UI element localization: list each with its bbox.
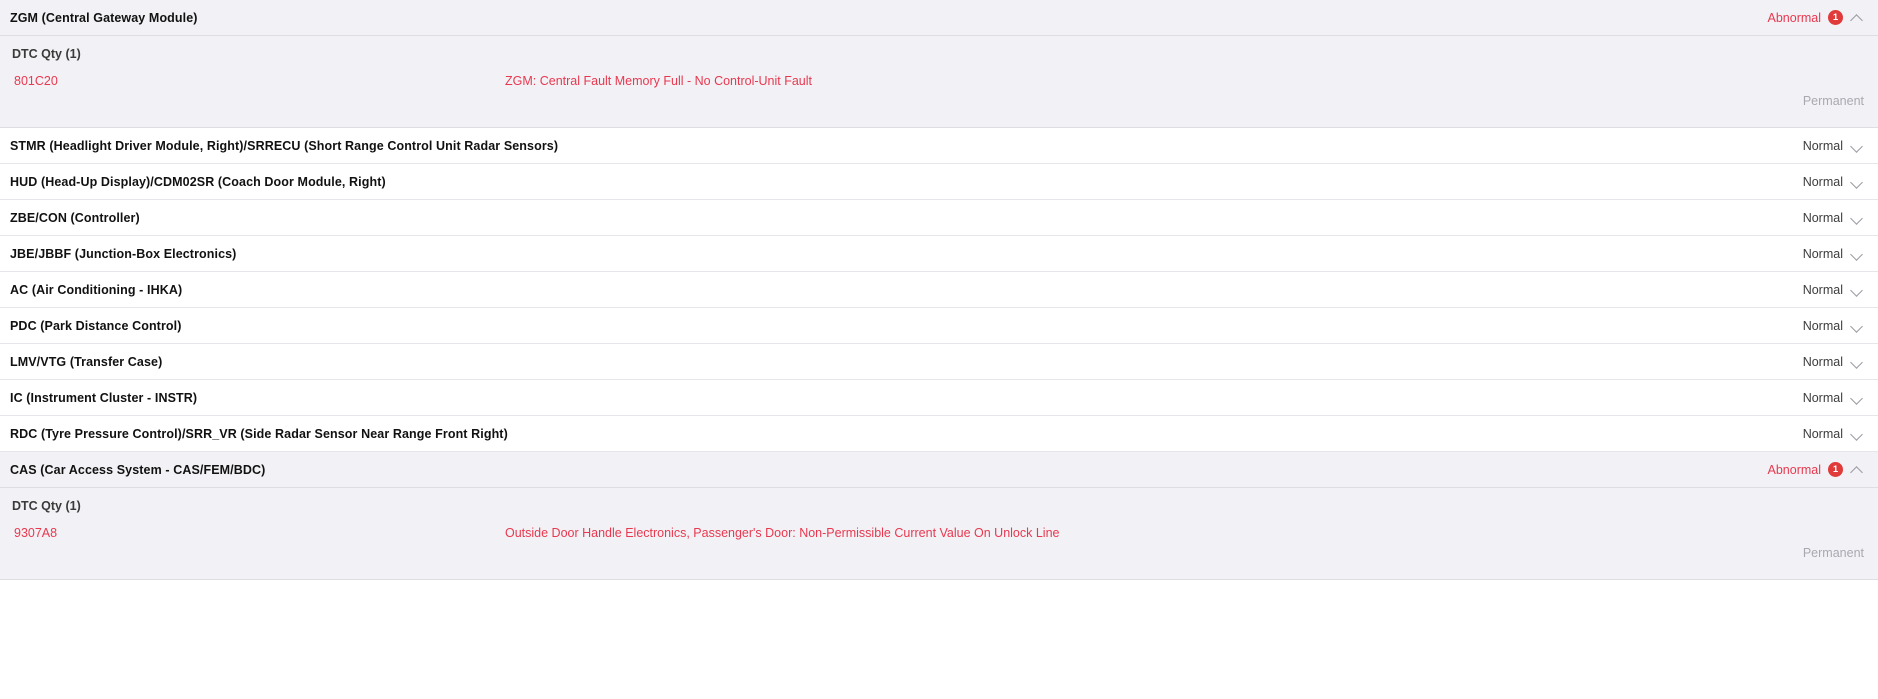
- module-row-ic[interactable]: IC (Instrument Cluster - INSTR) Normal: [0, 380, 1878, 416]
- dtc-qty-label-cas: DTC Qty (1): [12, 499, 81, 513]
- dtc-item: 801C20 ZGM: Central Fault Memory Full - N…: [0, 70, 1878, 127]
- module-name-rdc: RDC (Tyre Pressure Control)/SRR_VR (Side…: [10, 426, 508, 441]
- dtc-state: Permanent: [1802, 94, 1864, 108]
- dtc-item: 9307A8 Outside Door Handle Electronics, P…: [0, 522, 1878, 579]
- chevron-up-icon[interactable]: [1851, 11, 1864, 24]
- module-name-jbe-jbbf: JBE/JBBF (Junction-Box Electronics): [10, 246, 237, 261]
- module-name-lmv-vtg: LMV/VTG (Transfer Case): [10, 354, 163, 369]
- chevron-down-icon[interactable]: [1851, 391, 1864, 404]
- module-row-lmv-vtg[interactable]: LMV/VTG (Transfer Case) Normal: [0, 344, 1878, 380]
- status-badge-zgm: Abnormal: [1767, 10, 1822, 25]
- module-status-group-lmv-vtg: Normal: [1803, 355, 1864, 369]
- status-badge-lmv-vtg: Normal: [1802, 354, 1843, 369]
- status-badge-ac: Normal: [1802, 282, 1843, 297]
- module-row-rdc[interactable]: RDC (Tyre Pressure Control)/SRR_VR (Side…: [0, 416, 1878, 452]
- chevron-down-icon[interactable]: [1851, 211, 1864, 224]
- module-name-cas: CAS (Car Access System - CAS/FEM/BDC): [10, 462, 266, 477]
- dtc-qty-label-zgm: DTC Qty (1): [12, 47, 81, 61]
- module-name-ic: IC (Instrument Cluster - INSTR): [10, 390, 198, 405]
- module-status-group-ac: Normal: [1803, 283, 1864, 297]
- status-badge-rdc: Normal: [1802, 426, 1843, 441]
- chevron-up-icon[interactable]: [1851, 463, 1864, 476]
- module-name-ac: AC (Air Conditioning - IHKA): [10, 282, 183, 297]
- module-status-group-zgm: Abnormal 1: [1768, 10, 1865, 25]
- dtc-code: 801C20: [14, 74, 58, 88]
- chevron-down-icon[interactable]: [1851, 427, 1864, 440]
- module-name-zbe-con: ZBE/CON (Controller): [10, 210, 140, 225]
- dtc-state: Permanent: [1802, 546, 1864, 560]
- dtc-code: 9307A8: [14, 526, 58, 540]
- status-badge-zbe-con: Normal: [1802, 210, 1843, 225]
- module-status-group-zbe-con: Normal: [1803, 211, 1864, 225]
- module-name-pdc: PDC (Park Distance Control): [10, 318, 182, 333]
- module-row-jbe-jbbf[interactable]: JBE/JBBF (Junction-Box Electronics) Norma…: [0, 236, 1878, 272]
- chevron-down-icon[interactable]: [1851, 139, 1864, 152]
- module-status-group-stmr: Normal: [1803, 139, 1864, 153]
- dtc-panel-zgm: DTC Qty (1) 801C20 ZGM: Central Fault Memo…: [0, 36, 1878, 128]
- chevron-down-icon[interactable]: [1851, 355, 1864, 368]
- dtc-description: Outside Door Handle Electronics, Passeng…: [505, 526, 1060, 540]
- module-name-zgm: ZGM (Central Gateway Module): [10, 10, 198, 25]
- status-badge-stmr: Normal: [1802, 138, 1843, 153]
- module-status-group-pdc: Normal: [1803, 319, 1864, 333]
- module-status-group-ic: Normal: [1803, 391, 1864, 405]
- module-row-hud[interactable]: HUD (Head-Up Display)/CDM02SR (Coach Doo…: [0, 164, 1878, 200]
- module-name-stmr: STMR (Headlight Driver Module, Right)/SR…: [10, 138, 559, 153]
- module-row-pdc[interactable]: PDC (Park Distance Control) Normal: [0, 308, 1878, 344]
- fault-count-badge-zgm: 1: [1828, 10, 1843, 25]
- module-status-group-jbe-jbbf: Normal: [1803, 247, 1864, 261]
- module-name-hud: HUD (Head-Up Display)/CDM02SR (Coach Doo…: [10, 174, 386, 189]
- dtc-description: ZGM: Central Fault Memory Full - No Cont…: [505, 74, 813, 88]
- module-row-zbe-con[interactable]: ZBE/CON (Controller) Normal: [0, 200, 1878, 236]
- status-badge-ic: Normal: [1802, 390, 1843, 405]
- chevron-down-icon[interactable]: [1851, 319, 1864, 332]
- module-row-stmr[interactable]: STMR (Headlight Driver Module, Right)/SR…: [0, 128, 1878, 164]
- module-status-group-rdc: Normal: [1803, 427, 1864, 441]
- status-badge-jbe-jbbf: Normal: [1802, 246, 1843, 261]
- chevron-down-icon[interactable]: [1851, 283, 1864, 296]
- dtc-panel-cas: DTC Qty (1) 9307A8 Outside Door Handle Ele…: [0, 488, 1878, 580]
- dtc-line: 9307A8 Outside Door Handle Electronics, P…: [0, 522, 1878, 540]
- module-row-zgm[interactable]: ZGM (Central Gateway Module) Abnormal 1: [0, 0, 1878, 36]
- fault-count-badge-cas: 1: [1828, 462, 1843, 477]
- module-status-group-cas: Abnormal 1: [1768, 462, 1865, 477]
- module-row-ac[interactable]: AC (Air Conditioning - IHKA) Normal: [0, 272, 1878, 308]
- status-badge-cas: Abnormal: [1767, 462, 1822, 477]
- chevron-down-icon[interactable]: [1851, 175, 1864, 188]
- module-status-group-hud: Normal: [1803, 175, 1864, 189]
- status-badge-pdc: Normal: [1802, 318, 1843, 333]
- chevron-down-icon[interactable]: [1851, 247, 1864, 260]
- status-badge-hud: Normal: [1802, 174, 1843, 189]
- dtc-line: 801C20 ZGM: Central Fault Memory Full - N…: [0, 70, 1878, 88]
- ecu-scan-results-list: ZGM (Central Gateway Module) Abnormal 1 DTC…: [0, 0, 1878, 699]
- module-row-cas[interactable]: CAS (Car Access System - CAS/FEM/BDC) Abn…: [0, 452, 1878, 488]
